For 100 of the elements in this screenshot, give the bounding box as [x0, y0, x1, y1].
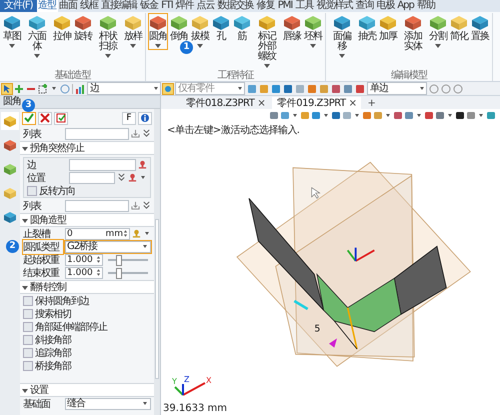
double-chevron-icon[interactable]: [117, 173, 126, 182]
pin-icon[interactable]: [138, 160, 147, 169]
double-chevron-icon[interactable]: [142, 201, 151, 210]
menu-tab[interactable]: FTI: [160, 0, 174, 12]
ribbon-button[interactable]: 放样: [123, 13, 143, 50]
apply-button[interactable]: [54, 112, 68, 124]
close-button[interactable]: ×: [257, 98, 266, 108]
caret-icon[interactable]: [22, 147, 28, 151]
scrollbar[interactable]: [154, 109, 160, 415]
pin-icon[interactable]: [132, 229, 141, 238]
caret-icon[interactable]: [141, 176, 145, 179]
number-field[interactable]: 1.000: [65, 266, 103, 278]
pin-icon[interactable]: [128, 173, 137, 182]
ribbon-button[interactable]: 拔模: [190, 13, 210, 50]
new-tab-button[interactable]: +: [363, 98, 380, 109]
ribbon-button[interactable]: 孔: [211, 13, 231, 44]
caret-icon[interactable]: [417, 114, 421, 116]
ribbon-button[interactable]: 简化: [449, 13, 469, 44]
ribbon-button[interactable]: 圆角: [148, 13, 168, 50]
ribbon-button[interactable]: 分割: [428, 13, 448, 50]
checkbox[interactable]: [23, 348, 33, 358]
menu-tab[interactable]: 造型: [36, 0, 58, 12]
ribbon-button[interactable]: 抽壳: [357, 13, 377, 44]
ribbon-button[interactable]: 杆状扫掠: [94, 13, 122, 60]
caret-icon[interactable]: [448, 114, 452, 116]
double-chevron-icon[interactable]: [142, 129, 151, 138]
caret-icon[interactable]: [52, 87, 56, 90]
close-button[interactable]: ×: [348, 98, 356, 108]
menu-tab[interactable]: 工具: [294, 0, 315, 12]
menu-tab[interactable]: 查询: [354, 0, 375, 12]
import-icon[interactable]: [131, 201, 140, 210]
slider-thumb[interactable]: [116, 268, 122, 278]
ribbon-button[interactable]: 拉伸: [52, 13, 72, 44]
caret-icon[interactable]: [355, 114, 359, 116]
checkbox[interactable]: [23, 334, 33, 344]
number-field[interactable]: 1.000: [65, 254, 103, 266]
section-header[interactable]: 设置: [20, 383, 154, 397]
ribbon-button[interactable]: 旋转: [73, 13, 93, 44]
menu-tab[interactable]: 视觉样式: [314, 0, 354, 12]
ribbon-button[interactable]: 面偏移: [328, 13, 356, 60]
spinner-icon[interactable]: [96, 255, 101, 264]
checkbox[interactable]: [27, 186, 37, 196]
ribbon-button[interactable]: 置换: [470, 13, 490, 44]
menu-tab[interactable]: 直接编辑: [100, 0, 139, 12]
side-tab-icon[interactable]: [1, 112, 19, 130]
input-field[interactable]: [69, 172, 115, 184]
ribbon-button[interactable]: 加厚: [378, 13, 398, 44]
menu-tab[interactable]: 焊件: [174, 0, 196, 12]
menu-tab[interactable]: 钣金: [138, 0, 160, 12]
caret-icon[interactable]: [22, 389, 28, 393]
circle-icon[interactable]: [60, 84, 70, 94]
dropdown[interactable]: 单边: [367, 82, 427, 95]
input-field[interactable]: [65, 128, 129, 140]
f-button[interactable]: F: [122, 112, 136, 124]
checkbox[interactable]: [23, 322, 33, 332]
menu-tab[interactable]: 电极: [374, 0, 396, 12]
menu-tab[interactable]: 点云: [195, 0, 216, 12]
cancel-button[interactable]: [38, 112, 52, 124]
ribbon-button[interactable]: 六面体: [23, 13, 51, 60]
import-icon[interactable]: [131, 129, 140, 138]
menu-tab[interactable]: 曲面: [58, 0, 79, 12]
select-arrow-icon[interactable]: [2, 84, 12, 94]
document-tab[interactable]: 零件019.Z3PRT ×: [272, 97, 362, 109]
spinner-icon[interactable]: [123, 229, 128, 238]
model-drawing[interactable]: [236, 162, 471, 367]
section-header[interactable]: 翻转控制: [20, 280, 154, 294]
menu-tab[interactable]: 线框: [78, 0, 100, 12]
ribbon-button[interactable]: 标记外部螺纹: [253, 13, 281, 70]
checkbox[interactable]: [23, 308, 33, 318]
menu-tab[interactable]: 修复: [255, 0, 276, 12]
info-button[interactable]: [138, 112, 152, 124]
caret-icon[interactable]: [386, 114, 390, 116]
dropdown[interactable]: 边: [87, 82, 161, 95]
input-field[interactable]: [65, 200, 129, 212]
box-select-icon[interactable]: [38, 84, 48, 94]
plus-icon[interactable]: [14, 84, 24, 94]
section-header[interactable]: 圆角造型: [20, 213, 154, 227]
caret-icon[interactable]: [22, 219, 28, 223]
caret-icon[interactable]: [293, 114, 297, 116]
menu-tab[interactable]: PMI: [276, 0, 294, 12]
dropdown[interactable]: 缝合: [65, 398, 151, 410]
ribbon-button[interactable]: 草图: [2, 13, 22, 50]
caret-icon[interactable]: [479, 114, 483, 116]
caret-icon[interactable]: [324, 114, 328, 116]
number-field[interactable]: 0 mm: [65, 228, 130, 240]
ribbon-button[interactable]: 唇缘: [282, 13, 302, 44]
section-header[interactable]: 拐角突然停止: [20, 141, 154, 155]
caret-icon[interactable]: [145, 232, 149, 235]
slider-thumb[interactable]: [116, 254, 122, 266]
ok-button[interactable]: [22, 112, 36, 124]
input-field[interactable]: [69, 158, 136, 170]
ribbon-button[interactable]: 倒角: [169, 13, 189, 44]
ribbon-button[interactable]: 坯料: [303, 13, 323, 50]
dropdown[interactable]: G2桥接: [65, 240, 151, 252]
document-tab[interactable]: 零件018.Z3PRT ×: [181, 97, 270, 109]
menu-tab[interactable]: 帮助: [415, 0, 436, 12]
caret-icon[interactable]: [22, 286, 28, 290]
spinner-icon[interactable]: [96, 268, 101, 277]
menu-tab[interactable]: App: [396, 0, 416, 12]
checkbox[interactable]: [23, 360, 33, 370]
